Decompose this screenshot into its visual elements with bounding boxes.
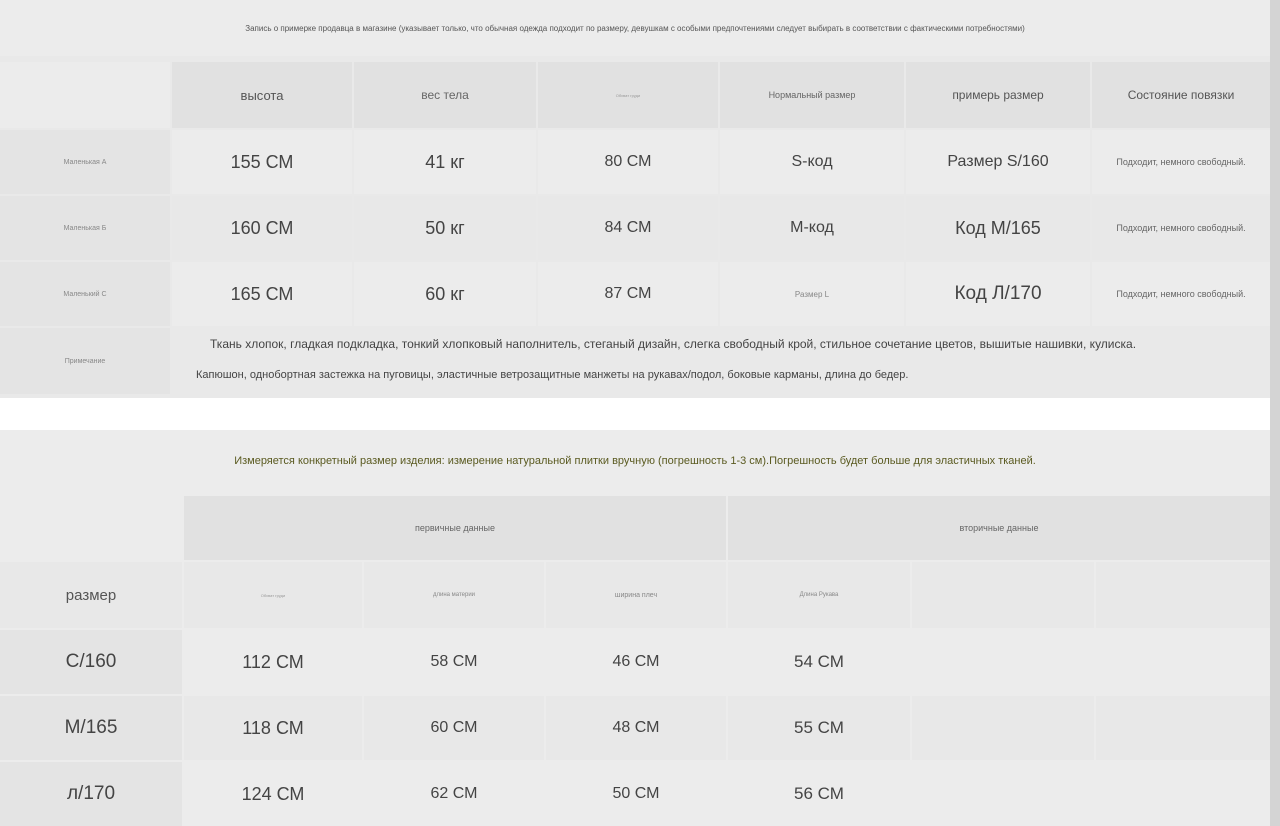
header-weight: вес тела bbox=[354, 62, 536, 128]
cell-empty bbox=[1096, 762, 1270, 826]
row-label: Маленькая Б bbox=[0, 196, 170, 260]
cell-empty bbox=[1096, 630, 1270, 694]
group-secondary: вторичные данные bbox=[728, 496, 1270, 560]
cell-weight: 41 кг bbox=[354, 130, 536, 194]
note-line-2: Капюшон, однобортная застежка на пуговиц… bbox=[196, 369, 909, 381]
cell-fit-status: Подходит, немного свободный. bbox=[1092, 196, 1270, 260]
group-empty-cell bbox=[0, 496, 182, 560]
cell-shoulder: 46 СМ bbox=[546, 630, 726, 694]
cell-shoulder: 48 СМ bbox=[546, 696, 726, 760]
cell-length: 58 СМ bbox=[364, 630, 544, 694]
group-primary: первичные данные bbox=[184, 496, 726, 560]
header-normal-size: Нормальный размер bbox=[720, 62, 904, 128]
cell-height: 160 СМ bbox=[172, 196, 352, 260]
size-label: С/160 bbox=[0, 630, 182, 694]
size-label: л/170 bbox=[0, 762, 182, 826]
cell-empty bbox=[912, 762, 1094, 826]
note-label: Примечание bbox=[0, 328, 170, 394]
page-edge bbox=[1270, 0, 1280, 826]
cell-sleeve: 55 СМ bbox=[728, 696, 910, 760]
cell-weight: 50 кг bbox=[354, 196, 536, 260]
header-empty bbox=[1096, 562, 1270, 628]
measurements-title: Измеряется конкретный размер изделия: из… bbox=[0, 430, 1270, 492]
cell-fit-status: Подходит, немного свободный. bbox=[1092, 130, 1270, 194]
cell-height: 165 СМ bbox=[172, 262, 352, 326]
cell-sleeve: 54 СМ bbox=[728, 630, 910, 694]
cell-bust: 80 СМ bbox=[538, 130, 718, 194]
cell-normal-size: S-код bbox=[720, 130, 904, 194]
cell-weight: 60 кг bbox=[354, 262, 536, 326]
size-label: М/165 bbox=[0, 696, 182, 760]
cell-tryon-size: Размер S/160 bbox=[906, 130, 1090, 194]
header-fit-status: Состояние повязки bbox=[1092, 62, 1270, 128]
cell-height: 155 СМ bbox=[172, 130, 352, 194]
cell-empty bbox=[912, 630, 1094, 694]
cell-normal-size: М-код bbox=[720, 196, 904, 260]
cell-shoulder: 50 СМ bbox=[546, 762, 726, 826]
header-empty bbox=[912, 562, 1094, 628]
cell-bust: 118 СМ bbox=[184, 696, 362, 760]
header-bust: Обхват груди bbox=[538, 62, 718, 128]
cell-empty bbox=[912, 696, 1094, 760]
cell-bust: 84 СМ bbox=[538, 196, 718, 260]
header-height: высота bbox=[172, 62, 352, 128]
cell-normal-size: Размер L bbox=[720, 262, 904, 326]
header-shoulder: ширина плеч bbox=[546, 562, 726, 628]
header-bust: Обхват груди bbox=[184, 562, 362, 628]
cell-tryon-size: Код М/165 bbox=[906, 196, 1090, 260]
cell-length: 62 СМ bbox=[364, 762, 544, 826]
cell-tryon-size: Код Л/170 bbox=[906, 262, 1090, 326]
cell-empty bbox=[1096, 696, 1270, 760]
cell-bust: 112 СМ bbox=[184, 630, 362, 694]
cell-bust: 124 СМ bbox=[184, 762, 362, 826]
cell-bust: 87 СМ bbox=[538, 262, 718, 326]
fitting-title: Запись о примерке продавца в магазине (у… bbox=[0, 0, 1270, 56]
cell-fit-status: Подходит, немного свободный. bbox=[1092, 262, 1270, 326]
header-empty-cell bbox=[0, 62, 170, 128]
header-length: длина материи bbox=[364, 562, 544, 628]
header-sleeve: Длина Рукава bbox=[728, 562, 910, 628]
note-line-1: Ткань хлопок, гладкая подкладка, тонкий … bbox=[210, 337, 1137, 351]
header-tryon-size: примерь размер bbox=[906, 62, 1090, 128]
cell-length: 60 СМ bbox=[364, 696, 544, 760]
cell-sleeve: 56 СМ bbox=[728, 762, 910, 826]
row-label: Маленький С bbox=[0, 262, 170, 326]
header-size: размер bbox=[0, 562, 182, 628]
row-label: Маленькая А bbox=[0, 130, 170, 194]
